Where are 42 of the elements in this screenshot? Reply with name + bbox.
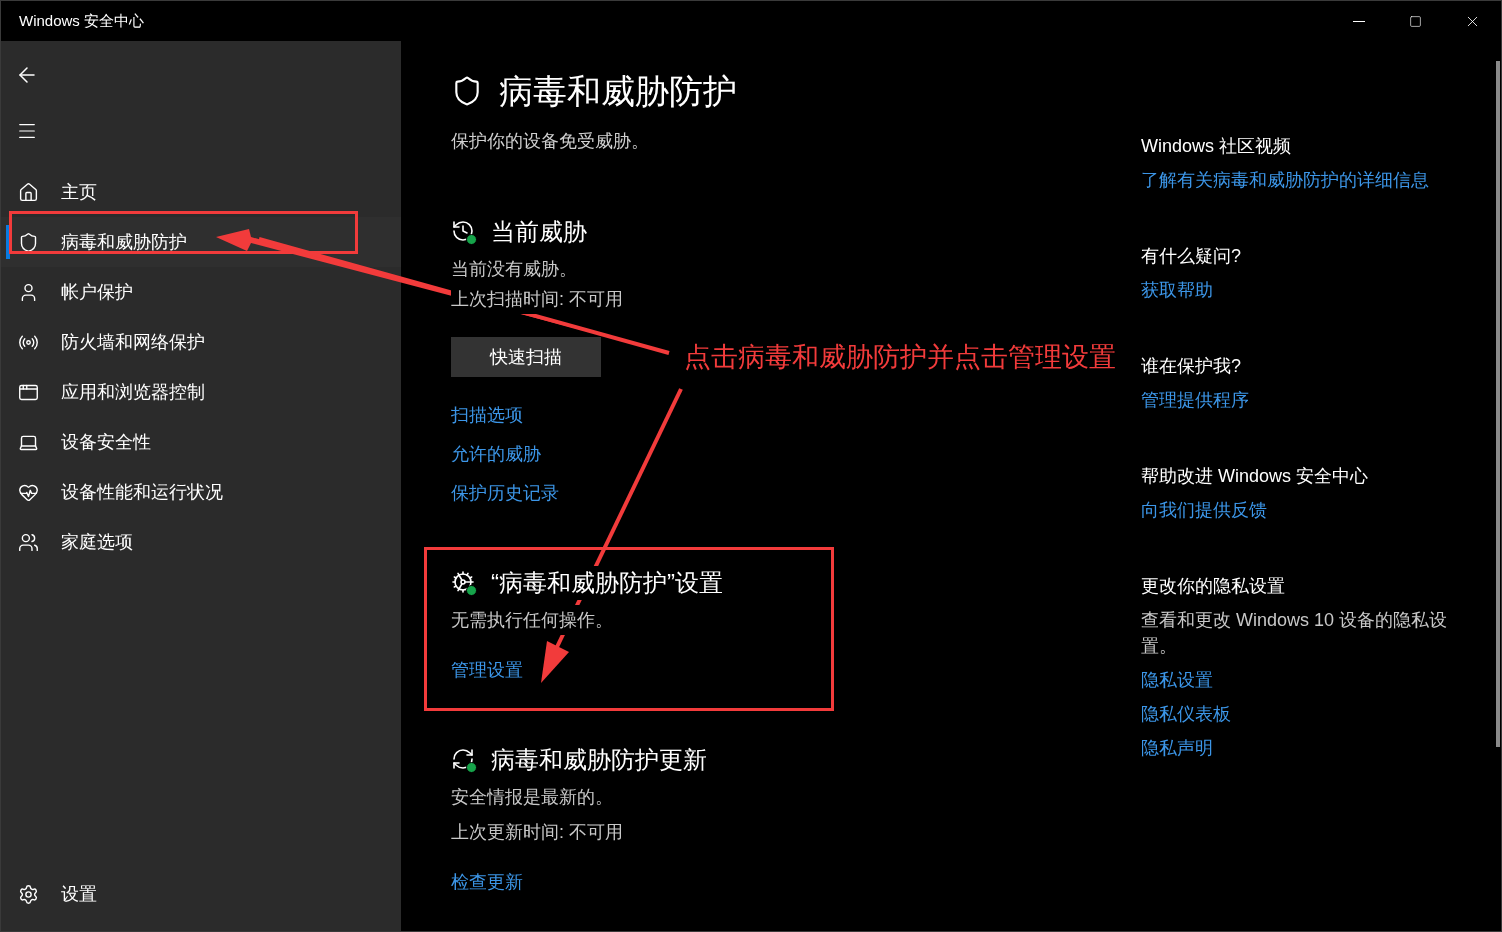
- link[interactable]: 隐私声明: [1141, 735, 1213, 761]
- link[interactable]: 了解有关病毒和威胁防护的详细信息: [1141, 167, 1429, 193]
- link[interactable]: 保护历史记录: [451, 480, 559, 506]
- link[interactable]: 隐私设置: [1141, 667, 1213, 693]
- shield-icon: [18, 231, 39, 253]
- link[interactable]: 检查更新: [451, 869, 523, 895]
- nav-item[interactable]: 应用和浏览器控制: [1, 367, 401, 417]
- panel-heading: 有什么疑问?: [1141, 245, 1241, 268]
- nav-item[interactable]: 设置: [1, 869, 401, 919]
- nav-item[interactable]: 设备性能和运行状况: [1, 467, 401, 517]
- nav-item[interactable]: 主页: [1, 167, 401, 217]
- home-icon: [18, 181, 39, 203]
- link[interactable]: 管理设置: [451, 657, 523, 683]
- page-title: 病毒和威胁防护: [499, 71, 737, 112]
- annotation-text: 点击病毒和威胁防护并点击管理设置: [684, 341, 1116, 374]
- section-title: “病毒和威胁防护”设置: [491, 566, 723, 600]
- quick-scan-button[interactable]: 快速扫描: [451, 337, 601, 377]
- panel-heading: 帮助改进 Windows 安全中心: [1141, 465, 1369, 488]
- scrollbar[interactable]: [1496, 61, 1500, 747]
- panel-text: 查看和更改 Windows 10 设备的隐私设置。: [1141, 609, 1449, 658]
- panel-heading: Windows 社区视频: [1141, 135, 1292, 158]
- nav-item[interactable]: 帐户保护: [1, 267, 401, 317]
- nav-item[interactable]: 防火墙和网络保护: [1, 317, 401, 367]
- link[interactable]: 隐私仪表板: [1141, 701, 1231, 727]
- people-icon: [18, 531, 39, 553]
- link[interactable]: 获取帮助: [1141, 277, 1213, 303]
- link[interactable]: 允许的威胁: [451, 441, 541, 467]
- nav-item[interactable]: 家庭选项: [1, 517, 401, 567]
- refresh-check-icon: [451, 747, 477, 773]
- link[interactable]: 扫描选项: [451, 402, 523, 428]
- gear-check-icon: [451, 570, 477, 596]
- window-title: Windows 安全中心: [19, 11, 146, 31]
- panel-heading: 更改你的隐私设置: [1141, 575, 1285, 598]
- settings-icon: [18, 883, 39, 905]
- link[interactable]: 向我们提供反馈: [1141, 497, 1267, 523]
- link[interactable]: 管理提供程序: [1141, 387, 1249, 413]
- panel-heading: 谁在保护我?: [1141, 355, 1241, 378]
- clock-check-icon: [451, 219, 477, 245]
- nav-item[interactable]: 设备安全性: [1, 417, 401, 467]
- maximize-icon: [1409, 14, 1422, 28]
- minimize-icon: [1352, 20, 1365, 22]
- page-subtitle: 保护你的设备免受威胁。: [451, 130, 649, 153]
